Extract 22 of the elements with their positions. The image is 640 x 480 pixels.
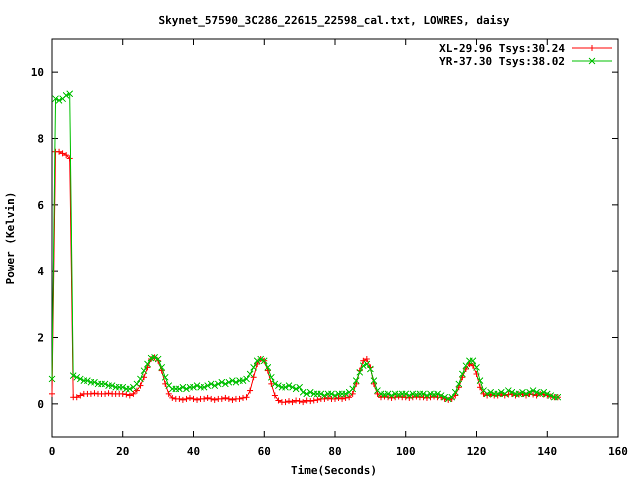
- axis-label: Power (Kelvin): [4, 192, 17, 284]
- tick-label: 10: [30, 66, 44, 80]
- legend-line-sample: [572, 44, 612, 52]
- tick-label: 2: [37, 332, 44, 344]
- legend-line-sample: [572, 58, 612, 64]
- tick-label: 80: [328, 445, 342, 458]
- tick-label: 6: [37, 198, 44, 212]
- tick-label: 140: [537, 445, 558, 458]
- legend-label: XL-29.96 Tsys:30.24: [439, 42, 565, 55]
- tick-label: 4: [37, 265, 44, 278]
- tick-label: 100: [396, 445, 416, 458]
- tick-label: 40: [186, 445, 200, 458]
- tick-label: 60: [258, 445, 271, 458]
- tick-label: 0: [37, 398, 44, 411]
- legend-label: YR-37.30 Tsys:38.02: [439, 55, 565, 68]
- tick-label: 0: [48, 445, 56, 458]
- tick-label: 20: [116, 445, 130, 458]
- tick-label: 160: [608, 445, 628, 458]
- chart-title: Skynet_57590_3C286_22615_22598_cal.txt, LOWRES, daisy: [158, 14, 510, 27]
- axis-label: Time(Seconds): [290, 464, 378, 477]
- tick-label: 120: [466, 445, 486, 458]
- tick-label: 8: [37, 132, 44, 146]
